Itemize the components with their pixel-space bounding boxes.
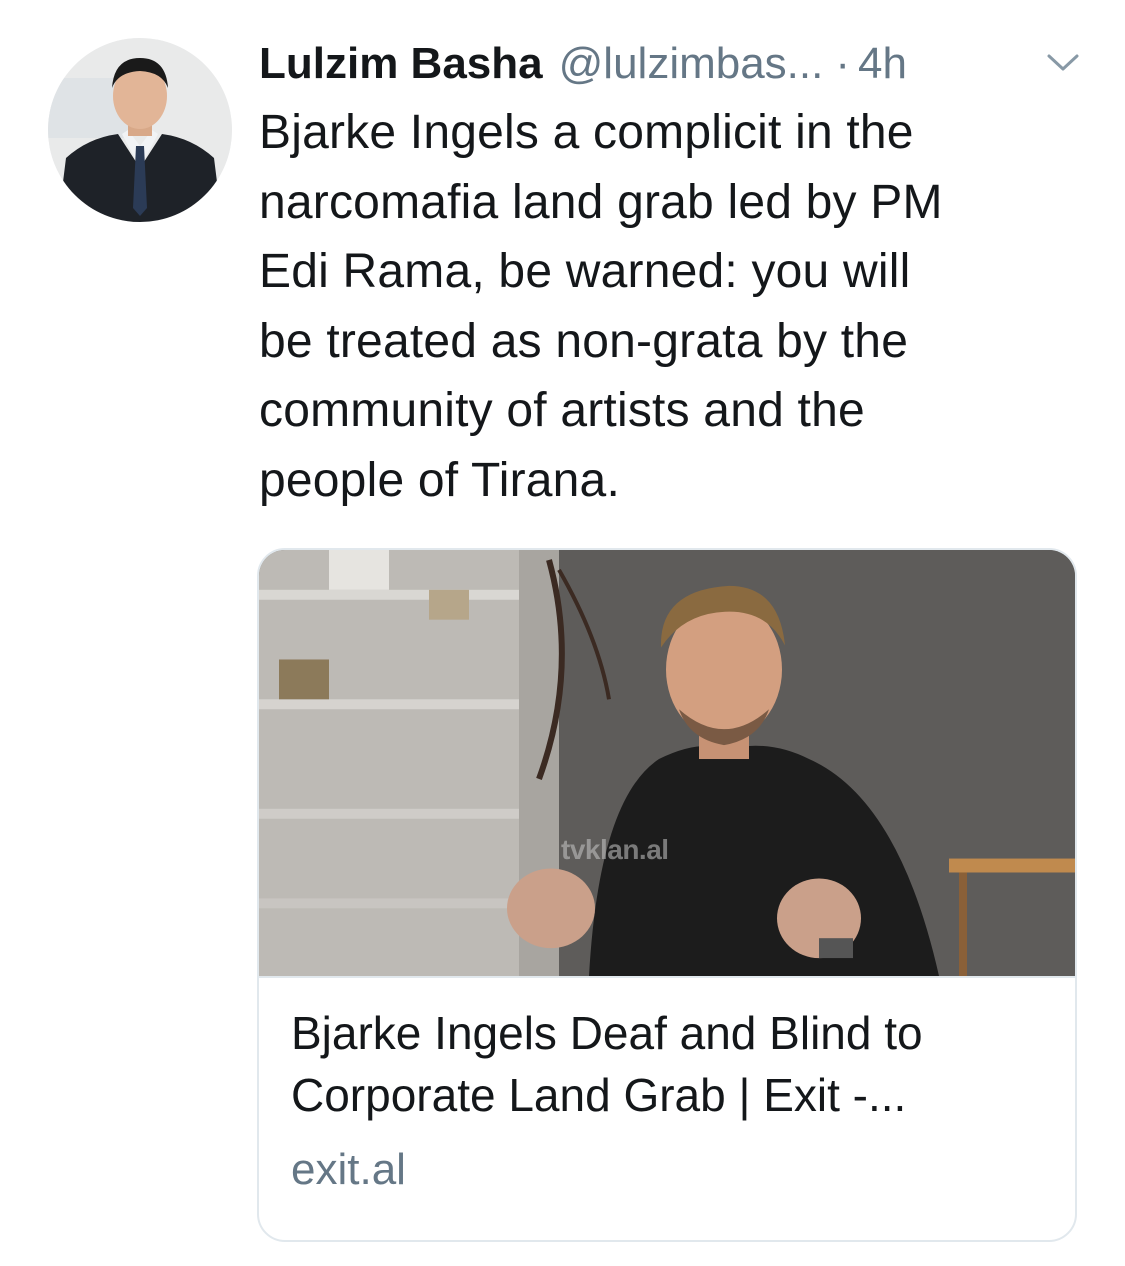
card-image[interactable]: tvklan.al bbox=[259, 550, 1075, 978]
tweet-text-line: Edi Rama, be warned: you will bbox=[259, 245, 911, 298]
separator-dot: · bbox=[835, 39, 851, 88]
tweet-header: Lulzim Basha @lulzimbas... · 4h bbox=[259, 36, 1089, 92]
timestamp[interactable]: 4h bbox=[858, 36, 907, 92]
profile-photo bbox=[48, 38, 232, 222]
handle[interactable]: @lulzimbas... bbox=[559, 36, 824, 92]
tweet-text-line: Bjarke Ingels a complicit in the bbox=[259, 106, 914, 159]
tweet-text-line: people of Tirana. bbox=[259, 453, 620, 507]
tweet-text-line: narcomafia land grab led by PM bbox=[259, 175, 943, 229]
card-domain: exit.al bbox=[291, 1145, 406, 1194]
image-watermark: tvklan.al bbox=[561, 834, 669, 865]
tweet-text-line: be treated as non-grata by the bbox=[259, 314, 909, 368]
link-card[interactable]: tvklan.al Bjarke Ingels Deaf and Blind t… bbox=[257, 548, 1077, 1242]
card-title-line: Corporate Land Grab | Exit -... bbox=[291, 1069, 907, 1121]
tweet[interactable]: Lulzim Basha @lulzimbas... · 4h Bjarke I… bbox=[0, 0, 1125, 1266]
tweet-text: Bjarke Ingels a complicit in the narcoma… bbox=[259, 98, 1089, 515]
card-title[interactable]: Bjarke Ingels Deaf and Blind to Corporat… bbox=[291, 1002, 1051, 1126]
card-photo bbox=[259, 550, 1075, 976]
card-title-line: Bjarke Ingels Deaf and Blind to bbox=[291, 1007, 923, 1059]
avatar[interactable] bbox=[48, 38, 232, 222]
display-name[interactable]: Lulzim Basha bbox=[259, 36, 543, 92]
chevron-down-icon[interactable] bbox=[1046, 52, 1080, 74]
tweet-text-line: community of artists and the bbox=[259, 384, 865, 437]
